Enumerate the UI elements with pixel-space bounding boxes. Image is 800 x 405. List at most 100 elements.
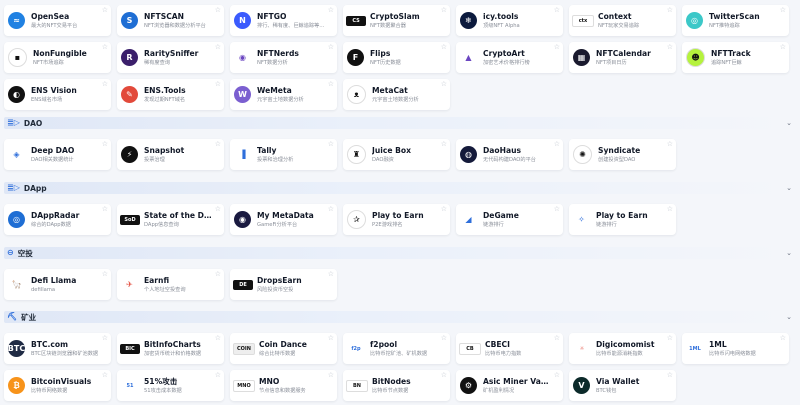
site-card-tally[interactable]: ▐ Tally 投票和治理分析 ☆ — [230, 139, 337, 170]
star-icon[interactable]: ☆ — [328, 7, 334, 14]
chevron-down-icon[interactable]: ⌄ — [786, 184, 792, 192]
site-card-ens-vision[interactable]: ◐ ENS Vision ENS域名市场 ☆ — [4, 79, 111, 110]
site-card-51[interactable]: 51 51%攻击 51攻击成本数据 ☆ — [117, 370, 224, 401]
section-header[interactable]: ⛏ 矿业 ⌄ — [4, 311, 794, 323]
star-icon[interactable]: ☆ — [554, 372, 560, 379]
site-card-wemeta[interactable]: W WeMeta 元宇宙土地数据分析 ☆ — [230, 79, 337, 110]
section-header[interactable]: ≣▷ DAO ⌄ — [4, 117, 794, 129]
star-icon[interactable]: ☆ — [441, 7, 447, 14]
site-card-coin-dance[interactable]: COIN Coin Dance 综合比特币数据 ☆ — [230, 333, 337, 364]
site-card-dappradar[interactable]: ◎ DAppRadar 综合的DApp数据 ☆ — [4, 204, 111, 235]
star-icon[interactable]: ☆ — [441, 44, 447, 51]
star-icon[interactable]: ☆ — [215, 271, 221, 278]
site-card-degame[interactable]: ◢ DeGame 链游排行 ☆ — [456, 204, 563, 235]
star-icon[interactable]: ☆ — [780, 7, 786, 14]
chevron-down-icon[interactable]: ⌄ — [786, 119, 792, 127]
site-card-syndicate[interactable]: ✺ Syndicate 创建投资型DAO ☆ — [569, 139, 676, 170]
star-icon[interactable]: ☆ — [328, 372, 334, 379]
site-card-state-of-the-dapps[interactable]: SoDState of the DAppsDApp信息查询☆ — [117, 204, 224, 235]
section-header[interactable]: ≣▷ DApp ⌄ — [4, 182, 794, 194]
chevron-down-icon[interactable]: ⌄ — [786, 313, 792, 321]
chevron-down-icon[interactable]: ⌄ — [786, 249, 792, 257]
star-icon[interactable]: ☆ — [554, 44, 560, 51]
star-icon[interactable]: ☆ — [554, 7, 560, 14]
star-icon[interactable]: ☆ — [215, 7, 221, 14]
site-card-nftcalendar[interactable]: ▦ NFTCalendar NFT项目日历 ☆ — [569, 42, 676, 73]
site-card-nftgo[interactable]: N NFTGO 排行、稀有度、巨鲸追踪等数据 ☆ — [230, 5, 337, 36]
site-card-metacat[interactable]: ᴥ MetaCat 元宇宙土地数据分析 ☆ — [343, 79, 450, 110]
site-card-bitnodes[interactable]: BN BitNodes 比特币节点数据 ☆ — [343, 370, 450, 401]
star-icon[interactable]: ☆ — [328, 206, 334, 213]
site-card-cryptoart[interactable]: ▲ CryptoArt 加密艺术价格排行榜 ☆ — [456, 42, 563, 73]
star-icon[interactable]: ☆ — [554, 141, 560, 148]
star-icon[interactable]: ☆ — [215, 335, 221, 342]
site-card-defi-llama[interactable]: 🦙 Defi Llama defillama ☆ — [4, 269, 111, 300]
star-icon[interactable]: ☆ — [667, 141, 673, 148]
site-card-digicomomist[interactable]: ☼ Digicomomist 比特币能源消耗指数 ☆ — [569, 333, 676, 364]
site-card-raritysniffer[interactable]: R RaritySniffer 稀有度查询 ☆ — [117, 42, 224, 73]
star-icon[interactable]: ☆ — [102, 7, 108, 14]
star-icon[interactable]: ☆ — [667, 335, 673, 342]
site-card-flips[interactable]: F Flips NFT历史数据 ☆ — [343, 42, 450, 73]
site-card-snapshot[interactable]: ⚡ Snapshot 投票治理 ☆ — [117, 139, 224, 170]
site-card-deep-dao[interactable]: ◈ Deep DAO DAO相关数据统计 ☆ — [4, 139, 111, 170]
site-card-nfttrack[interactable]: ☻ NFTTrack 追踪NFT巨鲸 ☆ — [682, 42, 789, 73]
site-card-via-wallet[interactable]: V Via Wallet BTC钱包 ☆ — [569, 370, 676, 401]
site-card-opensea[interactable]: ≈ OpenSea 最大的NFT交易平台 ☆ — [4, 5, 111, 36]
star-icon[interactable]: ☆ — [441, 141, 447, 148]
star-icon[interactable]: ☆ — [441, 335, 447, 342]
site-card-nftscan[interactable]: S NFTSCAN NFT浏览器和数据分析平台 ☆ — [117, 5, 224, 36]
site-card-earnfi[interactable]: ✈ Earnfi 个人地址空投查询 ☆ — [117, 269, 224, 300]
star-icon[interactable]: ☆ — [441, 206, 447, 213]
site-card-cryptoslam[interactable]: CS CryptoSlam NFT数据聚合器 ☆ — [343, 5, 450, 36]
site-card-daohaus[interactable]: ◍ DaoHaus 无代码构建DAO的平台 ☆ — [456, 139, 563, 170]
site-card-my-metadata[interactable]: ◉ My MetaData GameFi分析平台 ☆ — [230, 204, 337, 235]
star-icon[interactable]: ☆ — [102, 271, 108, 278]
star-icon[interactable]: ☆ — [102, 372, 108, 379]
star-icon[interactable]: ☆ — [667, 372, 673, 379]
star-icon[interactable]: ☆ — [215, 372, 221, 379]
star-icon[interactable]: ☆ — [102, 44, 108, 51]
site-card-ens-tools[interactable]: ✎ ENS.Tools 发现过期NFT域名 ☆ — [117, 79, 224, 110]
star-icon[interactable]: ☆ — [102, 141, 108, 148]
site-card-bitcoinvisuals[interactable]: ₿ BitcoinVisuals 比特币网络数据 ☆ — [4, 370, 111, 401]
star-icon[interactable]: ☆ — [780, 335, 786, 342]
star-icon[interactable]: ☆ — [215, 81, 221, 88]
site-card-twitterscan[interactable]: ◎ TwitterScan NFT推特追踪 ☆ — [682, 5, 789, 36]
star-icon[interactable]: ☆ — [328, 81, 334, 88]
star-icon[interactable]: ☆ — [667, 44, 673, 51]
site-card-cbeci[interactable]: CB CBECI 比特币电力指数 ☆ — [456, 333, 563, 364]
star-icon[interactable]: ☆ — [102, 206, 108, 213]
site-card-bitinfocharts[interactable]: BIC BitInfoCharts 加密货币统计和价格数据 ☆ — [117, 333, 224, 364]
star-icon[interactable]: ☆ — [780, 44, 786, 51]
site-card-1ml[interactable]: 1ML 1ML 比特币闪电网络数据 ☆ — [682, 333, 789, 364]
site-card-mno[interactable]: MNO MNO 节点信息和数据服务 ☆ — [230, 370, 337, 401]
star-icon[interactable]: ☆ — [667, 206, 673, 213]
site-card-f2pool[interactable]: f2p f2pool 比特币挖矿池、矿机数据 ☆ — [343, 333, 450, 364]
star-icon[interactable]: ☆ — [215, 141, 221, 148]
star-icon[interactable]: ☆ — [328, 44, 334, 51]
site-card-btc-com[interactable]: BTC BTC.com BTC区块链浏览器和矿池数据 ☆ — [4, 333, 111, 364]
star-icon[interactable]: ☆ — [441, 372, 447, 379]
section-header[interactable]: ⊖ 空投 ⌄ — [4, 247, 794, 259]
star-icon[interactable]: ☆ — [554, 206, 560, 213]
star-icon[interactable]: ☆ — [441, 81, 447, 88]
star-icon[interactable]: ☆ — [667, 7, 673, 14]
star-icon[interactable]: ☆ — [328, 271, 334, 278]
star-icon[interactable]: ☆ — [554, 335, 560, 342]
star-icon[interactable]: ☆ — [102, 81, 108, 88]
site-card-context[interactable]: ctx Context NFT玩家交易追踪 ☆ — [569, 5, 676, 36]
site-card-play-to-earn[interactable]: ✧ Play to Earn 链游排行 ☆ — [569, 204, 676, 235]
site-card-nftnerds[interactable]: ◉ NFTNerds NFT数据分析 ☆ — [230, 42, 337, 73]
site-card-asic-miner-value[interactable]: ⚙ Asic Miner Value 矿机盈利情况 ☆ — [456, 370, 563, 401]
site-card-dropsearn[interactable]: DE DropsEarn 风险投资币空投 ☆ — [230, 269, 337, 300]
star-icon[interactable]: ☆ — [102, 335, 108, 342]
star-icon[interactable]: ☆ — [215, 44, 221, 51]
site-card-juice-box[interactable]: ♜ Juice Box DAO融资 ☆ — [343, 139, 450, 170]
site-card-play-to-earn[interactable]: ✰ Play to Earn P2E游戏排名 ☆ — [343, 204, 450, 235]
star-icon[interactable]: ☆ — [328, 335, 334, 342]
star-icon[interactable]: ☆ — [328, 141, 334, 148]
site-card-nonfungible[interactable]: ▪ NonFungible NFT市场追踪 ☆ — [4, 42, 111, 73]
star-icon[interactable]: ☆ — [215, 206, 221, 213]
site-card-icy-tools[interactable]: ❄ icy.tools 顶级NFT Alpha ☆ — [456, 5, 563, 36]
